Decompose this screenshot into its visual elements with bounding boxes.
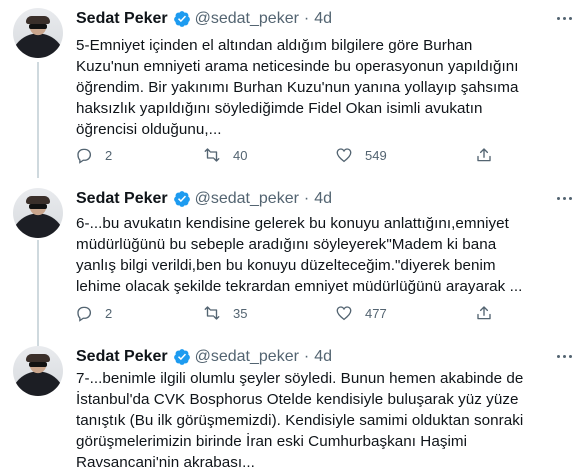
share-icon xyxy=(477,148,491,162)
handle[interactable]: @sedat_peker xyxy=(195,348,299,366)
thread-line-1 xyxy=(37,62,39,178)
more-icon[interactable] xyxy=(554,10,574,26)
avatar-hair xyxy=(26,354,50,362)
more-icon[interactable] xyxy=(554,190,574,206)
thread-line-2 xyxy=(37,240,39,346)
display-name[interactable]: Sedat Peker xyxy=(76,190,168,208)
handle[interactable]: @sedat_peker xyxy=(195,190,299,208)
reply-button[interactable]: 2 xyxy=(75,144,112,166)
tweet-text: 6-...bu avukatın kendisine gelerek bu ko… xyxy=(76,215,523,295)
share-button[interactable] xyxy=(475,144,493,166)
tweet-header: Sedat Peker @sedat_peker · 4d xyxy=(76,188,332,210)
reply-icon xyxy=(77,306,92,322)
separator: · xyxy=(303,10,310,27)
separator: · xyxy=(303,190,310,207)
retweet-count: 40 xyxy=(233,147,248,163)
retweet-button[interactable]: 35 xyxy=(203,302,247,324)
share-icon xyxy=(477,306,491,320)
retweet-button[interactable]: 40 xyxy=(203,144,247,166)
timestamp[interactable]: 4d xyxy=(314,348,332,366)
display-name[interactable]: Sedat Peker xyxy=(76,348,168,366)
more-icon[interactable] xyxy=(554,348,574,364)
avatar[interactable] xyxy=(13,8,63,58)
handle[interactable]: @sedat_peker xyxy=(195,10,299,28)
reply-button[interactable]: 2 xyxy=(75,302,112,324)
like-icon xyxy=(336,306,352,321)
avatar[interactable] xyxy=(13,346,63,396)
avatar-glasses xyxy=(29,362,47,367)
like-count: 477 xyxy=(365,305,387,321)
retweet-icon xyxy=(204,148,220,162)
avatar-glasses xyxy=(29,204,47,209)
share-button[interactable] xyxy=(475,302,493,324)
retweet-icon xyxy=(204,306,220,320)
verified-badge-icon xyxy=(173,191,190,207)
reply-count: 2 xyxy=(105,147,113,163)
retweet-count: 35 xyxy=(233,305,248,321)
avatar-hair xyxy=(26,196,50,204)
avatar[interactable] xyxy=(13,188,63,238)
reply-icon xyxy=(77,148,92,164)
like-button[interactable]: 477 xyxy=(335,302,387,324)
tweet-header: Sedat Peker @sedat_peker · 4d xyxy=(76,346,332,368)
verified-badge-icon xyxy=(173,349,190,365)
tweet-text: 5-Emniyet içinden el altından aldığım bi… xyxy=(76,37,519,138)
reply-count: 2 xyxy=(105,305,113,321)
like-icon xyxy=(336,148,352,163)
tweet-text: 7-...benimle ilgili olumlu şeyler söyled… xyxy=(76,370,524,471)
separator: · xyxy=(303,348,310,365)
timestamp[interactable]: 4d xyxy=(314,190,332,208)
avatar-glasses xyxy=(29,24,47,29)
like-count: 549 xyxy=(365,147,387,163)
like-button[interactable]: 549 xyxy=(335,144,387,166)
display-name[interactable]: Sedat Peker xyxy=(76,10,168,28)
verified-badge-icon xyxy=(173,11,190,27)
tweet-header: Sedat Peker @sedat_peker · 4d xyxy=(76,8,332,30)
avatar-hair xyxy=(26,16,50,24)
timestamp[interactable]: 4d xyxy=(314,10,332,28)
